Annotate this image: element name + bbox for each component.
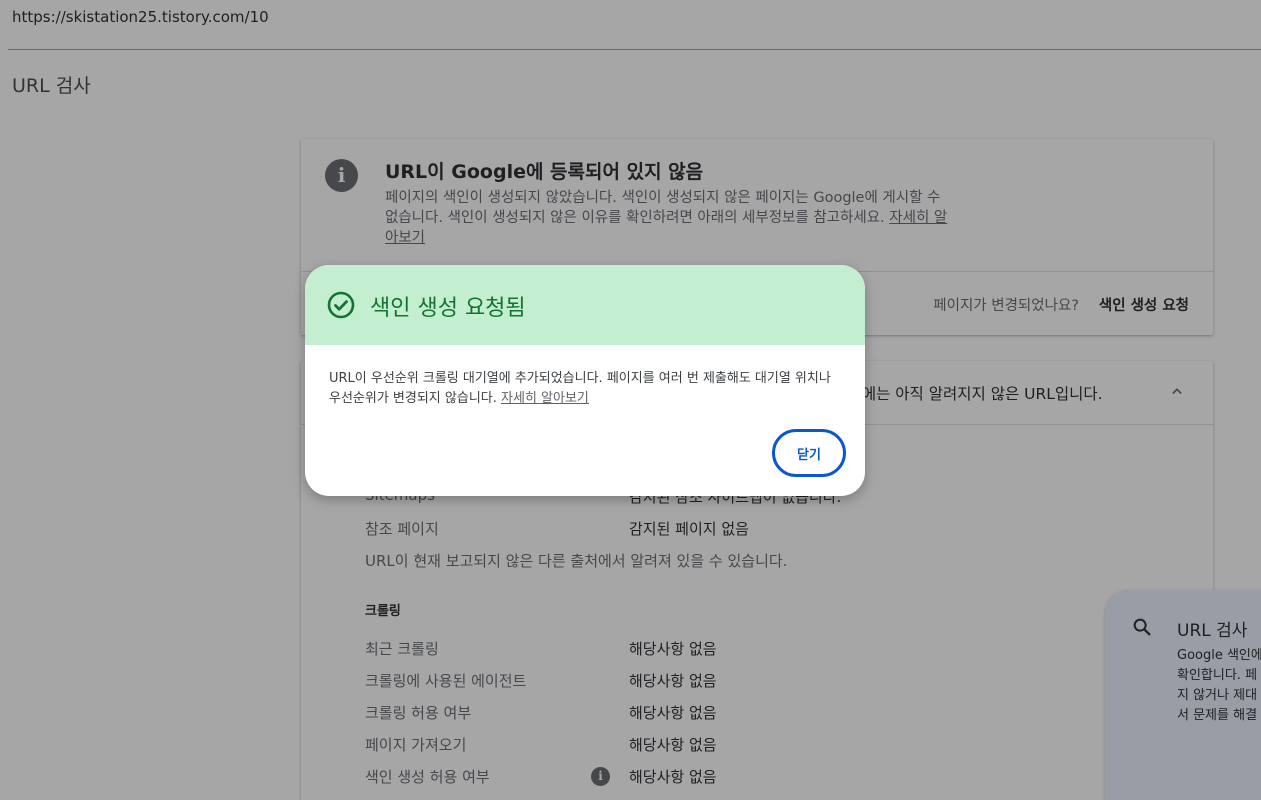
dialog-body: URL이 우선순위 크롤링 대기열에 추가되었습니다. 페이지를 여러 번 제출… bbox=[329, 369, 841, 409]
close-button[interactable]: 닫기 bbox=[772, 429, 846, 477]
dialog-learn-more-link[interactable]: 자세히 알아보기 bbox=[501, 391, 589, 406]
indexing-requested-dialog: 색인 생성 요청됨 URL이 우선순위 크롤링 대기열에 추가되었습니다. 페이… bbox=[305, 265, 865, 496]
dialog-title: 색인 생성 요청됨 bbox=[370, 296, 526, 321]
check-circle-icon bbox=[327, 291, 355, 319]
dialog-header: 색인 생성 요청됨 bbox=[305, 265, 865, 345]
